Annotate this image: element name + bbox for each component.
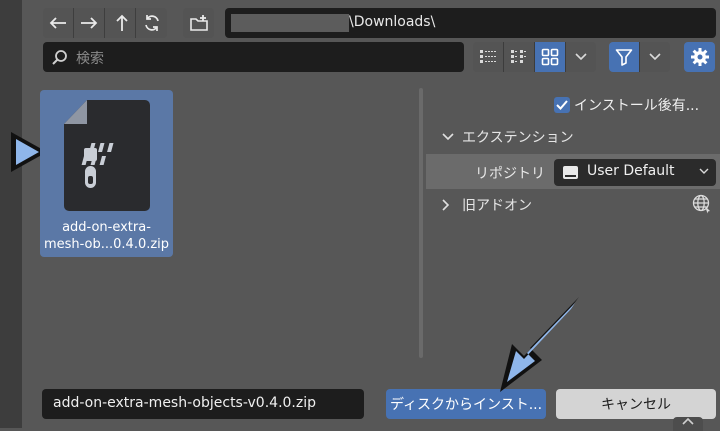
redacted-path-segment	[231, 14, 349, 32]
filter-funnel-icon	[615, 49, 633, 66]
gear-icon	[690, 48, 709, 66]
refresh-icon	[144, 15, 159, 31]
horizontal-list-icon	[511, 50, 526, 63]
file-name-label: add-on-extra- mesh-ob...0.4.0.zip	[40, 219, 173, 253]
extension-section-label: エクステンション	[462, 130, 574, 146]
extension-section-header[interactable]: エクステンション	[442, 127, 574, 147]
directory-path-field[interactable]: \Downloads\	[225, 8, 716, 38]
navigation-buttons	[43, 8, 167, 38]
region-corner-tab[interactable]	[673, 417, 703, 431]
refresh-button[interactable]	[136, 8, 167, 38]
panel-divider-scrollbar[interactable]	[419, 88, 423, 358]
parent-directory-button[interactable]	[105, 8, 136, 38]
checkmark-icon	[556, 100, 568, 110]
vertical-list-button[interactable]	[473, 42, 504, 72]
parent-directory-icon	[116, 14, 128, 31]
file-name-line-2: mesh-ob...0.4.0.zip	[43, 237, 170, 252]
thumbnail-view-button[interactable]	[535, 42, 566, 72]
thumbnails-grid-icon	[541, 48, 559, 66]
filter-group	[609, 42, 670, 72]
directory-path-text: \Downloads\	[349, 14, 436, 30]
enable-after-install-label: インストール後有...	[574, 98, 700, 114]
left-region-edge	[0, 0, 22, 428]
pointer-arrow-annotation	[500, 297, 579, 392]
search-icon	[52, 50, 67, 65]
enable-after-install-checkbox[interactable]	[554, 97, 570, 113]
chevron-down-icon	[575, 53, 587, 61]
settings-button[interactable]	[684, 42, 715, 72]
enable-after-install-option[interactable]: インストール後有...	[554, 95, 699, 115]
file-name-line-1: add-on-extra-	[62, 220, 151, 235]
drive-icon	[563, 166, 578, 179]
new-folder-button[interactable]	[183, 8, 214, 38]
back-arrow-icon	[49, 17, 66, 29]
back-button[interactable]	[43, 8, 74, 38]
zip-archive-icon	[64, 100, 150, 211]
file-name-input[interactable]: add-on-extra-mesh-objects-v0.4.0.zip	[42, 389, 364, 419]
horizontal-list-button[interactable]	[504, 42, 535, 72]
chevron-right-icon	[442, 199, 450, 211]
new-folder-icon	[189, 15, 208, 31]
chevron-down-icon	[699, 168, 709, 174]
repository-select[interactable]: User Default	[554, 159, 716, 186]
search-placeholder: 検索	[76, 51, 104, 67]
file-thumbnail-tile[interactable]: add-on-extra- mesh-ob...0.4.0.zip	[40, 90, 173, 257]
globe-icon	[692, 194, 710, 214]
search-input[interactable]: 検索	[43, 42, 464, 72]
repository-label: リポジトリ	[475, 166, 545, 182]
display-mode-group	[473, 42, 596, 72]
display-size-dropdown[interactable]	[566, 42, 596, 72]
repository-value: User Default	[587, 163, 675, 179]
vertical-list-icon	[480, 50, 496, 63]
filter-toggle-button[interactable]	[609, 42, 640, 72]
chevron-up-icon	[682, 417, 694, 425]
chevron-down-icon	[442, 133, 454, 141]
forward-arrow-icon	[81, 17, 98, 29]
filter-options-dropdown[interactable]	[640, 42, 670, 72]
file-name-input-value: add-on-extra-mesh-objects-v0.4.0.zip	[53, 395, 317, 411]
chevron-down-icon	[649, 53, 661, 61]
legacy-addon-section-header[interactable]: 旧アドオン	[442, 195, 532, 215]
legacy-addon-section-label: 旧アドオン	[462, 198, 532, 214]
forward-button[interactable]	[74, 8, 105, 38]
new-folder-group	[183, 8, 214, 38]
